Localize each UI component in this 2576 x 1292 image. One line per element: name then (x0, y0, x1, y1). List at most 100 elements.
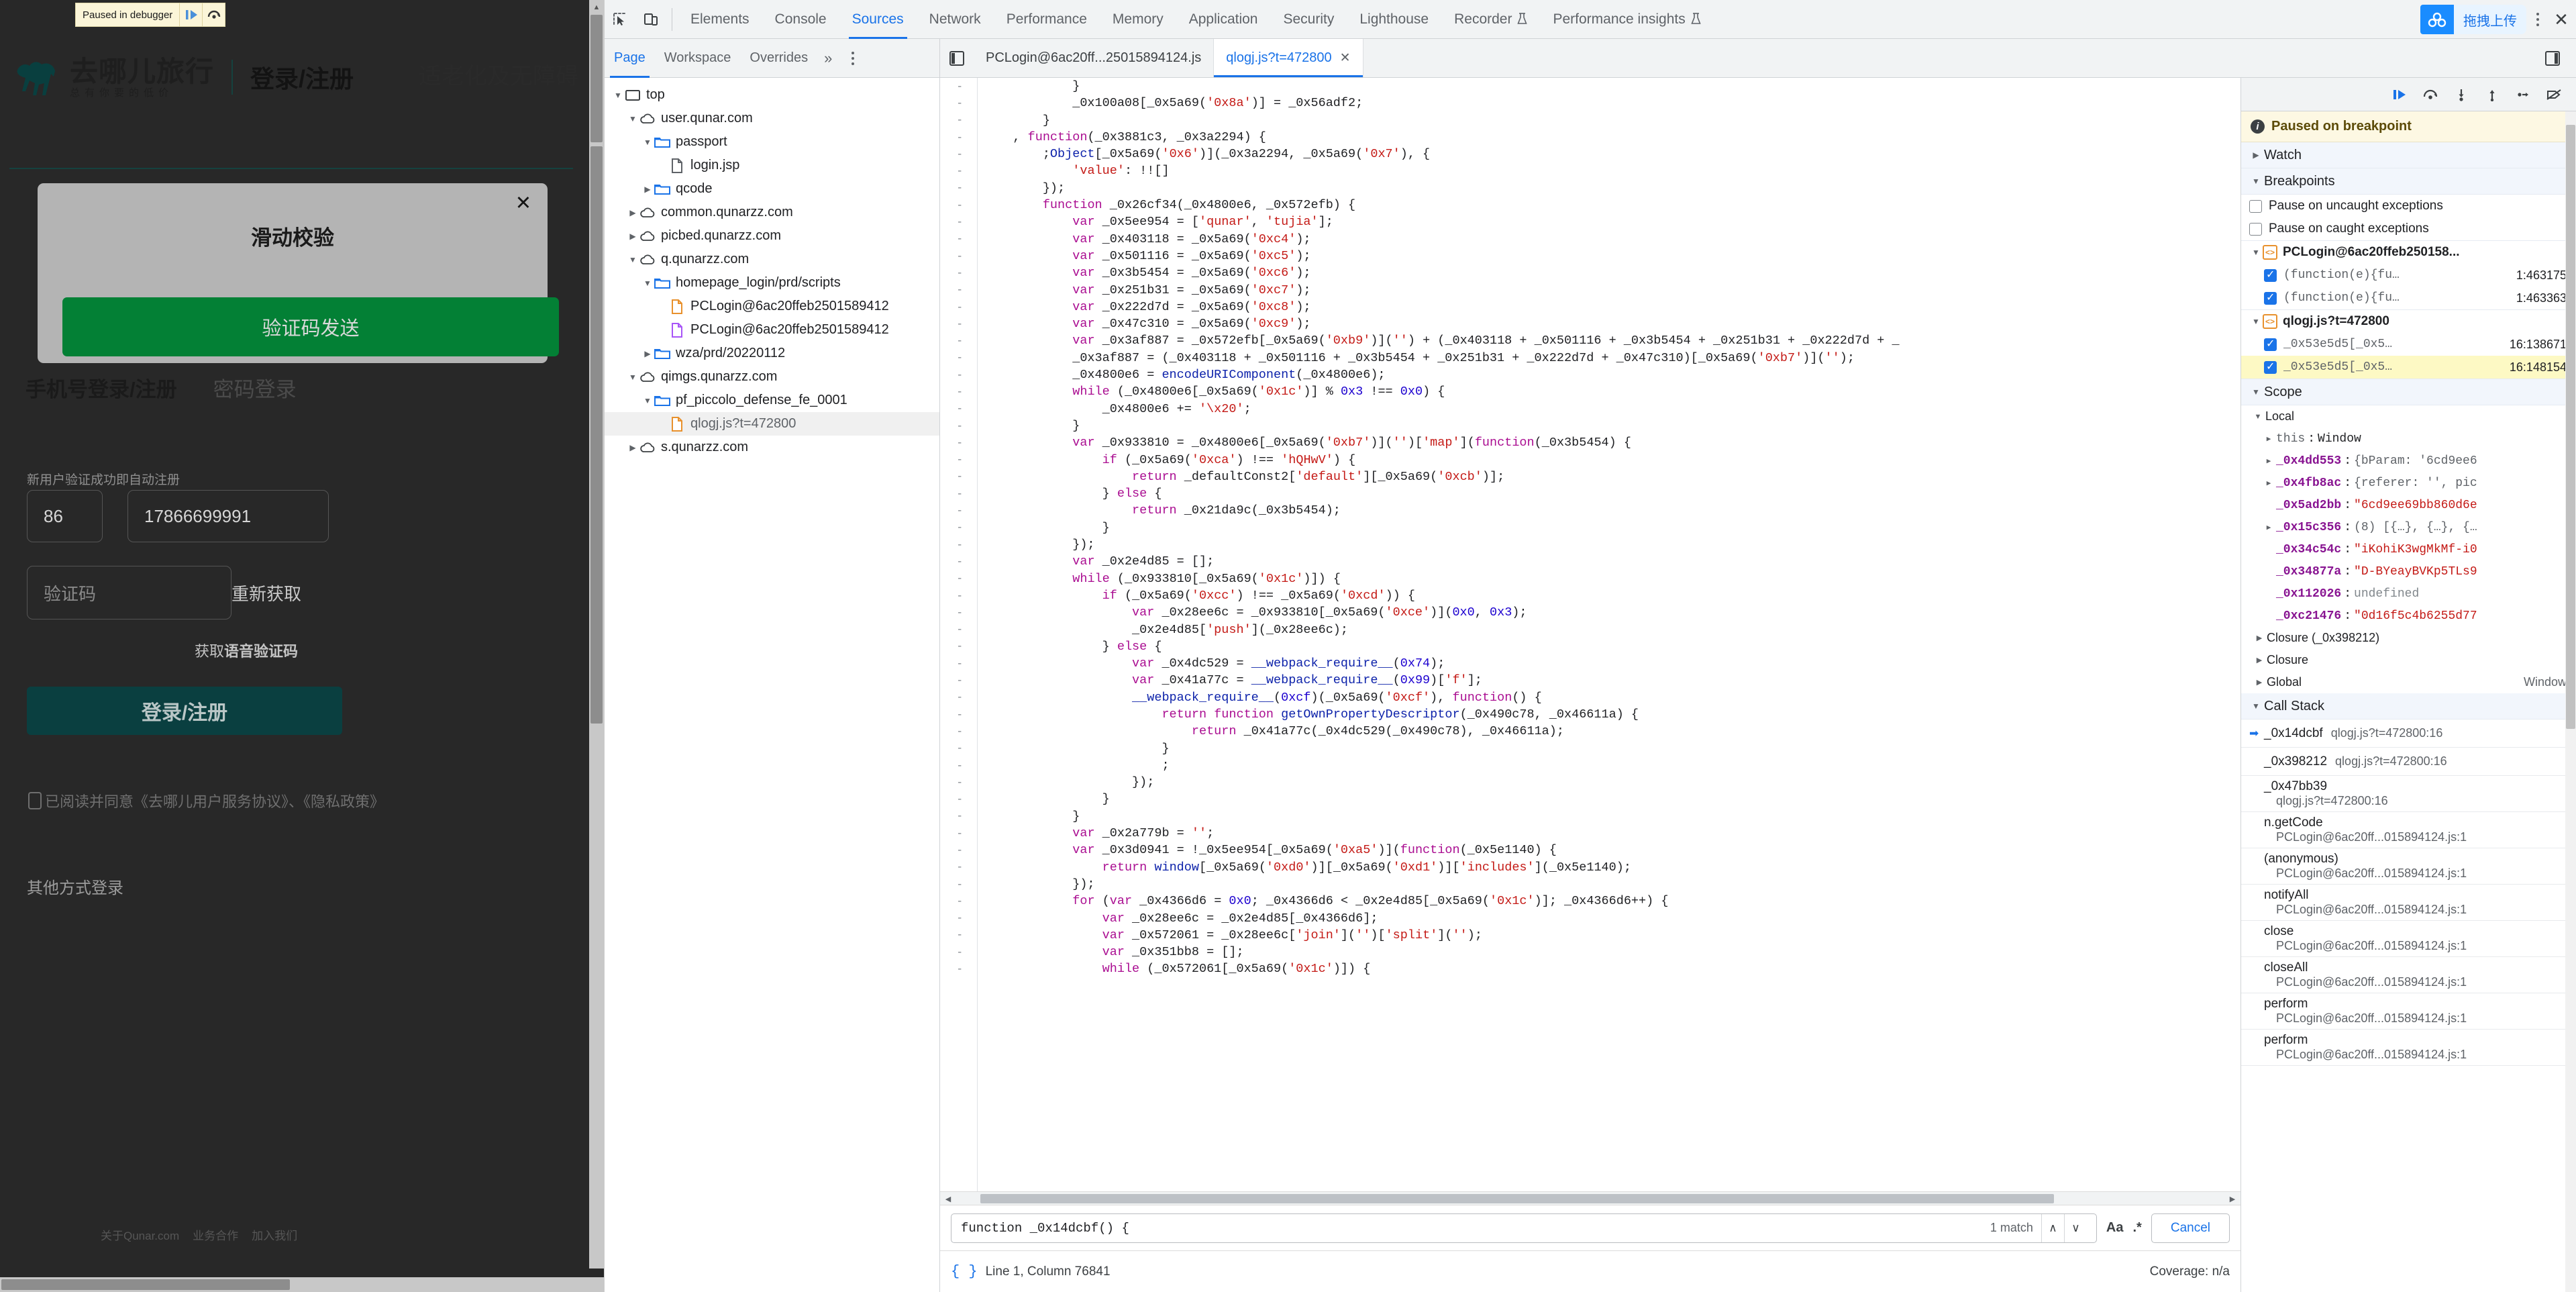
breakpoints-section-header[interactable]: ▼ Breakpoints (2241, 168, 2576, 195)
more-vertical-icon[interactable] (2529, 13, 2546, 26)
drag-upload-extension-button[interactable]: 拖拽上传 (2420, 5, 2526, 34)
scope-local-header[interactable]: ▼ Local (2241, 405, 2576, 428)
call-stack-frame[interactable]: n.getCode PCLogin@6ac20ff...015894124.js:… (2241, 812, 2576, 848)
toggle-debugger-icon[interactable] (2536, 50, 2569, 67)
resume-icon[interactable] (2385, 81, 2414, 109)
verification-code-input[interactable]: 验证码 (27, 566, 231, 619)
tab-phone-login[interactable]: 手机号登录/注册 (25, 372, 177, 403)
close-icon[interactable]: ✕ (1340, 50, 1351, 66)
tab-security[interactable]: Security (1270, 0, 1347, 39)
tree-item-homepage-login-prd-scripts[interactable]: ▼ homepage_login/prd/scripts (605, 271, 939, 295)
call-stack-frame[interactable]: ➡ _0x14dcbf qlogj.js?t=472800:16 (2241, 719, 2576, 748)
inspect-element-icon[interactable] (605, 0, 635, 39)
close-devtools-icon[interactable]: ✕ (2546, 0, 2576, 39)
scope-variable-row[interactable]: _0x34c54c: "iKohiK3wgMkMf-i0 (2241, 538, 2576, 560)
watch-section-header[interactable]: ▶ Watch (2241, 142, 2576, 168)
tree-item-q-qunarzz-com[interactable]: ▼ q.qunarzz.com (605, 248, 939, 271)
scope-variable-row[interactable]: ▶ _0x15c356: (8) [{…}, {…}, {… (2241, 516, 2576, 538)
tree-item-top[interactable]: ▼ top (605, 83, 939, 107)
regex-icon[interactable]: .* (2133, 1220, 2142, 1236)
chevron-up-icon[interactable]: ∧ (2041, 1213, 2064, 1242)
toggle-navigator-icon[interactable] (940, 39, 974, 77)
debugger-scrollbar[interactable] (2565, 111, 2576, 1292)
scope-variable-row[interactable]: _0xc21476: "0d16f5c4b6255d77 (2241, 605, 2576, 627)
breakpoint-checkbox[interactable] (2264, 360, 2277, 374)
scope-variable-row[interactable]: ▶ _0x4dd553: {bParam: '6cd9ee6 (2241, 450, 2576, 472)
step-out-icon[interactable] (2478, 81, 2506, 109)
resume-script-icon[interactable] (179, 3, 202, 26)
tab-performance[interactable]: Performance (994, 0, 1100, 39)
footer-link-join[interactable]: 加入我们 (252, 1226, 297, 1243)
tree-item-qlogj-js-t-472800[interactable]: ▶qlogj.js?t=472800 (605, 412, 939, 436)
tree-item-picbed-qunarzz-com[interactable]: ▶ picbed.qunarzz.com (605, 224, 939, 248)
scroll-right-icon[interactable]: ▶ (2227, 1193, 2238, 1204)
close-icon[interactable]: ✕ (515, 194, 531, 213)
tree-item-common-qunarzz-com[interactable]: ▶ common.qunarzz.com (605, 201, 939, 224)
call-stack-section-header[interactable]: ▼ Call Stack (2241, 693, 2576, 719)
page-vertical-scrollbar[interactable]: ▲ (589, 0, 604, 1269)
call-stack-frame[interactable]: perform PCLogin@6ac20ff...015894124.js:1 (2241, 993, 2576, 1030)
pause-caught-checkbox[interactable] (2249, 222, 2262, 236)
nav-tab-workspace[interactable]: Workspace (655, 39, 741, 78)
deactivate-breakpoints-icon[interactable] (2540, 81, 2568, 109)
other-login-methods-label[interactable]: 其他方式登录 (27, 875, 123, 898)
file-tab-qlogj[interactable]: qlogj.js?t=472800 ✕ (1214, 39, 1363, 77)
tree-item-passport[interactable]: ▼ passport (605, 130, 939, 154)
editor-horizontal-scrollbar[interactable]: ◀ ▶ (940, 1191, 2240, 1205)
scope-variable-row[interactable]: _0x112026: undefined (2241, 583, 2576, 605)
breakpoint-group-header[interactable]: ▼ <> PCLogin@6ac20ffeb250158... (2241, 241, 2576, 264)
tree-item-pf-piccolo-defense-fe-0001[interactable]: ▼ pf_piccolo_defense_fe_0001 (605, 389, 939, 412)
step-icon[interactable] (2509, 81, 2537, 109)
tab-memory[interactable]: Memory (1100, 0, 1176, 39)
voice-code-link[interactable]: 获取语音验证码 (195, 640, 298, 661)
more-tabs-icon[interactable]: » (817, 50, 839, 67)
code-area[interactable]: - - - - - - - - - - - - - - - - - - - - - - - - - - - - - - - - - - - - - - - -… (940, 78, 2240, 1191)
call-stack-frame[interactable]: _0x47bb39 qlogj.js?t=472800:16 (2241, 776, 2576, 812)
breakpoint-checkbox[interactable] (2264, 337, 2277, 351)
scope-variable-row[interactable]: ▶ this: Window (2241, 428, 2576, 450)
tab-sources[interactable]: Sources (839, 0, 917, 39)
breakpoint-checkbox[interactable] (2264, 291, 2277, 305)
global-scope-row[interactable]: ▶ Global Window (2241, 671, 2576, 693)
agreement-text[interactable]: 已阅读并同意《去哪儿用户服务协议》、《隐私政策》 (45, 790, 384, 811)
tab-lighthouse[interactable]: Lighthouse (1347, 0, 1441, 39)
footer-link-about[interactable]: 关于Qunar.com (101, 1226, 179, 1243)
editor-h-scroll-thumb[interactable] (980, 1194, 2054, 1203)
tab-recorder[interactable]: Recorder (1441, 0, 1540, 39)
scrollbar-thumb-lower[interactable] (590, 146, 603, 724)
chevron-down-icon[interactable]: ∨ (2063, 1213, 2087, 1242)
tree-item-user-qunar-com[interactable]: ▼ user.qunar.com (605, 107, 939, 130)
match-case-icon[interactable]: Aa (2106, 1220, 2124, 1236)
scope-variable-row[interactable]: _0x5ad2bb: "6cd9ee69bb860d6e (2241, 494, 2576, 516)
scroll-left-icon[interactable]: ◀ (943, 1193, 954, 1204)
cancel-button[interactable]: Cancel (2151, 1213, 2230, 1243)
tree-item-pclogin-6ac20ffeb2501589412[interactable]: ▶PCLogin@6ac20ffeb2501589412 (605, 295, 939, 318)
scroll-up-icon[interactable]: ▲ (589, 0, 604, 15)
closure-row[interactable]: ▶ Closure (2241, 649, 2576, 671)
call-stack-frame[interactable]: _0x398212 qlogj.js?t=472800:16 (2241, 748, 2576, 776)
breakpoint-group-header[interactable]: ▼ <> qlogj.js?t=472800 (2241, 310, 2576, 333)
debugger-scroll-thumb[interactable] (2566, 125, 2575, 729)
breakpoint-item[interactable]: (function(e){fu…1:463363 (2241, 287, 2576, 309)
agreement-row[interactable]: 已阅读并同意《去哪儿用户服务协议》、《隐私政策》 (28, 790, 384, 811)
tree-item-qimgs-qunarzz-com[interactable]: ▼ qimgs.qunarzz.com (605, 365, 939, 389)
tab-network[interactable]: Network (917, 0, 994, 39)
nav-tab-overrides[interactable]: Overrides (740, 39, 817, 78)
tab-password-login[interactable]: 密码登录 (213, 372, 297, 403)
agreement-checkbox[interactable] (28, 792, 42, 809)
h-scrollbar-thumb[interactable] (1, 1279, 290, 1290)
navigator-menu-icon[interactable] (844, 51, 862, 65)
file-tab-pclogin[interactable]: PCLogin@6ac20ff...25015894124.js (974, 39, 1215, 77)
tree-item-login-jsp[interactable]: ▶login.jsp (605, 154, 939, 177)
search-input-wrapper[interactable]: function _0x14dcbf() { 1 match ∧ ∨ (951, 1213, 2097, 1243)
tab-application[interactable]: Application (1176, 0, 1271, 39)
tab-console[interactable]: Console (762, 0, 839, 39)
tab-performance-insights[interactable]: Performance insights (1540, 0, 1713, 39)
call-stack-frame[interactable]: perform PCLogin@6ac20ff...015894124.js:1 (2241, 1030, 2576, 1066)
scope-variable-row[interactable]: _0x34877a: "D-BYeayBVKp5TLs9 (2241, 560, 2576, 583)
footer-link-business[interactable]: 业务合作 (193, 1226, 238, 1243)
breakpoint-item[interactable]: _0x53e5d5[_0x5…16:138671 (2241, 333, 2576, 356)
login-register-button[interactable]: 登录/注册 (27, 687, 342, 735)
tree-item-s-qunarzz-com[interactable]: ▶ s.qunarzz.com (605, 436, 939, 459)
step-into-icon[interactable] (2447, 81, 2475, 109)
